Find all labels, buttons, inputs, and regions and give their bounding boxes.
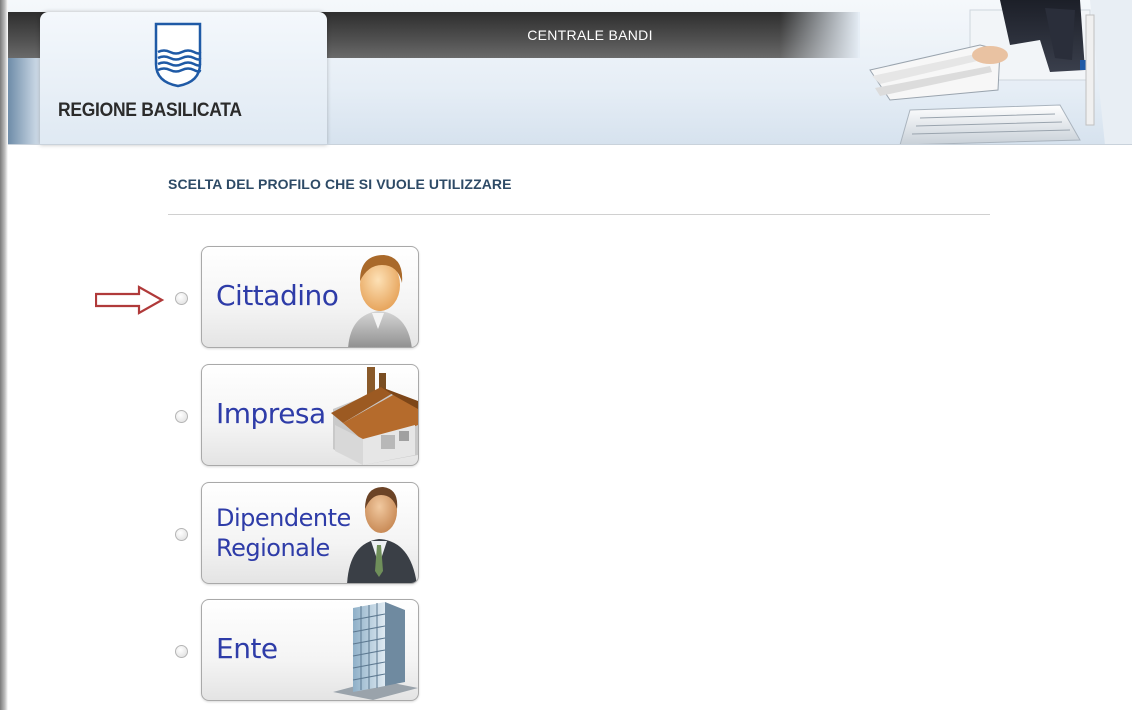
building-icon <box>333 602 418 700</box>
header-bar-fade <box>780 12 860 58</box>
radio-dipendente-regionale[interactable] <box>175 528 188 541</box>
radio-impresa[interactable] <box>175 410 188 423</box>
radio-ente[interactable] <box>175 645 188 658</box>
site-title: CENTRALE BANDI <box>527 27 653 43</box>
region-logo[interactable]: REGIONE BASILICATA <box>40 12 327 145</box>
documents-photo <box>869 0 1132 145</box>
profile-impresa-button[interactable]: Impresa <box>201 364 419 466</box>
profile-ente-button[interactable]: Ente <box>201 599 419 701</box>
profile-dipendente-regionale-button[interactable]: Dipendente Regionale <box>201 482 419 584</box>
arrow-right-icon <box>95 285 165 315</box>
profile-ente-label: Ente <box>216 632 278 665</box>
region-name: REGIONE BASILICATA <box>58 100 242 121</box>
header-left-shade <box>8 58 40 145</box>
left-border <box>0 0 8 710</box>
crest-icon <box>154 22 202 88</box>
profile-cittadino-button[interactable]: Cittadino <box>201 246 419 348</box>
profile-dipendente-regionale-label: Dipendente Regionale <box>216 503 351 563</box>
profile-dipendente-line2: Regionale <box>216 534 330 562</box>
profile-cittadino-label: Cittadino <box>216 279 339 312</box>
radio-cittadino[interactable] <box>175 292 188 305</box>
profile-impresa-label: Impresa <box>216 397 326 430</box>
factory-icon <box>331 367 418 465</box>
profile-dipendente-line1: Dipendente <box>216 504 351 532</box>
page-title: SCELTA DEL PROFILO CHE SI VUOLE UTILIZZA… <box>168 176 512 192</box>
person-icon <box>348 255 412 347</box>
header-bottom-line <box>8 144 1132 145</box>
businessman-icon <box>347 487 417 583</box>
title-divider <box>168 214 990 215</box>
